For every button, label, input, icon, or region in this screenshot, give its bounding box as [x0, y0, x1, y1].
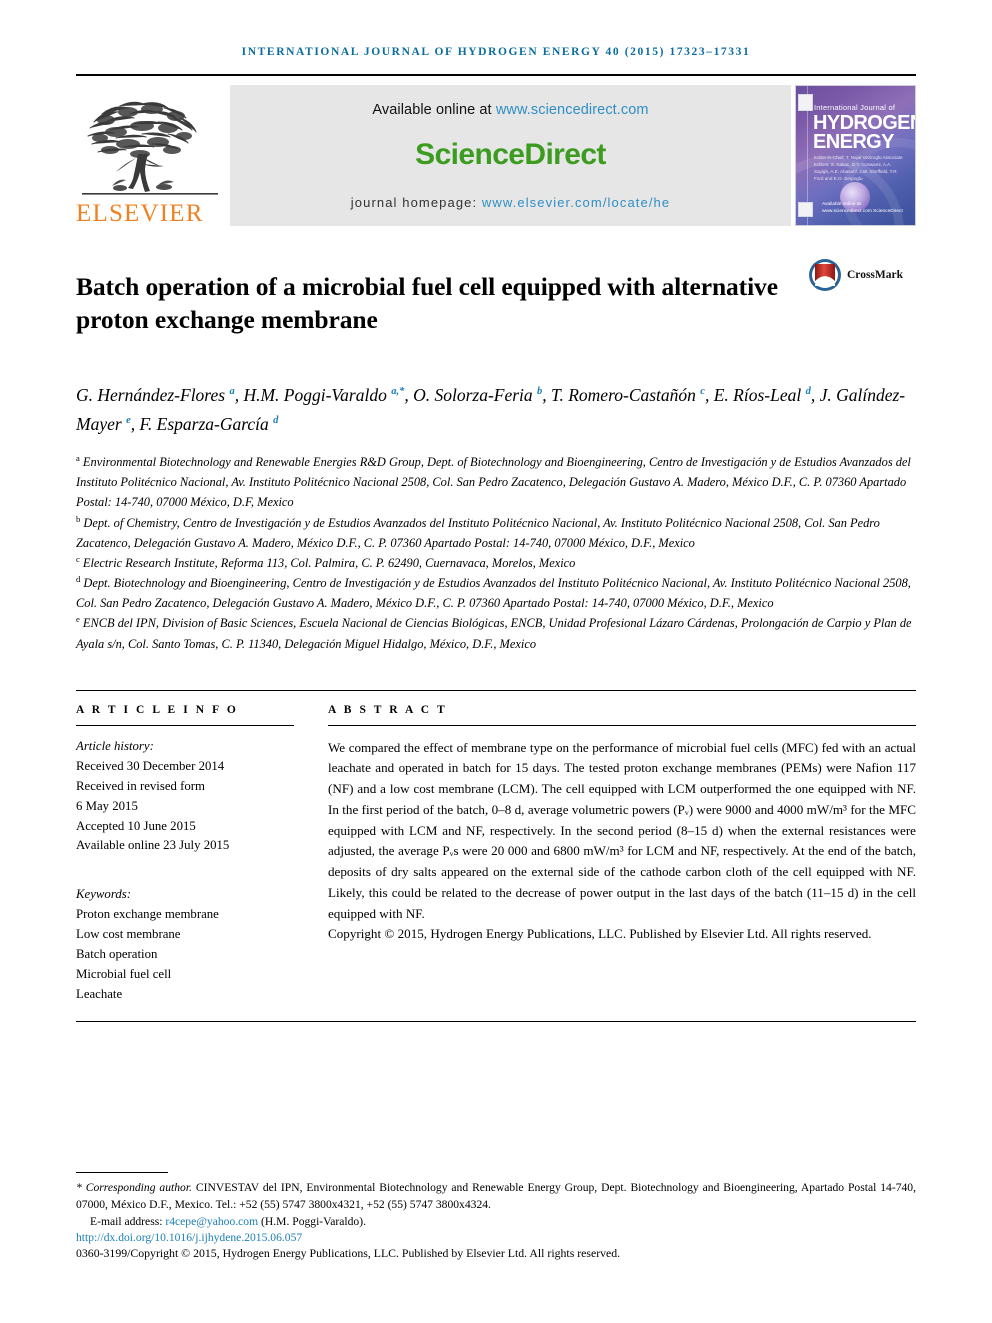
- author-affiliation-mark: d: [273, 414, 279, 426]
- journal-homepage-label: journal homepage:: [350, 195, 482, 210]
- sciencedirect-banner: Available online at www.sciencedirect.co…: [230, 85, 791, 226]
- article-history-title: Article history:: [76, 738, 154, 753]
- journal-homepage-link[interactable]: www.elsevier.com/locate/he: [482, 195, 670, 210]
- affiliation-mark: a: [76, 453, 80, 464]
- affiliation-mark: c: [76, 553, 80, 564]
- available-online-line: Available online at www.sciencedirect.co…: [372, 102, 648, 118]
- page-title: Batch operation of a microbial fuel cell…: [76, 272, 778, 335]
- author-name: G. Hernández-Flores: [76, 385, 230, 406]
- info-abstract-section: A R T I C L E I N F O Article history: R…: [76, 689, 916, 1005]
- page-footer: * Corresponding author. CINVESTAV del IP…: [76, 1171, 916, 1261]
- issn-copyright-line: 0360-3199/Copyright © 2015, Hydrogen Ene…: [76, 1246, 621, 1260]
- author-name: F. Esparza-García: [139, 413, 274, 434]
- keyword-item: Leachate: [76, 987, 123, 1002]
- article-info-column: A R T I C L E I N F O Article history: R…: [76, 691, 294, 1005]
- crossmark-label: CrossMark: [847, 269, 904, 281]
- abstract-column: A B S T R A C T We compared the effect o…: [328, 691, 916, 1005]
- article-history-item: Received in revised form: [76, 778, 205, 793]
- article-info-divider: [76, 724, 294, 726]
- affiliation-item: c Electric Research Institute, Reforma 1…: [76, 553, 576, 570]
- title-row: Batch operation of a microbial fuel cell…: [76, 253, 916, 353]
- keywords-block: Keywords: Proton exchange membrane Low co…: [76, 885, 294, 1005]
- article-first-page: INTERNATIONAL JOURNAL OF HYDROGEN ENERGY…: [0, 0, 992, 1323]
- affiliation-mark: e: [76, 614, 80, 625]
- article-history-items: Received 30 December 2014 Received in rev…: [76, 757, 294, 857]
- abstract-bottom-divider: [76, 1021, 916, 1023]
- doi-link[interactable]: http://dx.doi.org/10.1016/j.ijhydene.201…: [76, 1231, 302, 1244]
- email-label: E-mail address:: [90, 1215, 166, 1228]
- crossmark-icon: [809, 259, 841, 291]
- crossmark-badge[interactable]: CrossMark: [808, 253, 916, 292]
- ihea-logo-icon: [798, 202, 813, 217]
- ichs-logo-icon: [798, 94, 813, 111]
- author-affiliation-mark: a,*: [391, 386, 405, 398]
- abstract-copyright: Copyright © 2015, Hydrogen Energy Public…: [328, 926, 872, 942]
- author-list: G. Hernández-Flores a, H.M. Poggi-Varald…: [76, 385, 906, 434]
- article-history-item: 6 May 2015: [76, 798, 138, 813]
- elsevier-logo: ELSEVIER: [76, 85, 228, 226]
- available-online-text: Available online at: [372, 102, 496, 118]
- cover-sciencedirect-footer: Available online at www.sciencedirect.co…: [822, 201, 903, 214]
- affiliation-item: e ENCB del IPN, Division of Basic Scienc…: [76, 614, 912, 651]
- journal-homepage-line: journal homepage: www.elsevier.com/locat…: [351, 195, 670, 210]
- sciencedirect-url-link[interactable]: www.sciencedirect.com: [496, 102, 649, 118]
- article-info-heading: A R T I C L E I N F O: [76, 703, 239, 716]
- cover-journal-hydrogen: HYDROGEN: [813, 112, 916, 134]
- cover-journal-prefix: International Journal of: [814, 103, 896, 112]
- email-line: E-mail address: r4cepe@yahoo.com (H.M. P…: [76, 1215, 916, 1228]
- affiliation-item: a Environmental Biotechnology and Renewa…: [76, 453, 911, 510]
- keywords-items: Proton exchange membrane Low cost membran…: [76, 905, 294, 1005]
- corresponding-author-details: CINVESTAV del IPN, Environmental Biotech…: [76, 1180, 916, 1212]
- email-owner: (H.M. Poggi-Varaldo).: [258, 1215, 366, 1228]
- email-link[interactable]: r4cepe@yahoo.com: [165, 1215, 258, 1228]
- abstract-body: We compared the effect of membrane type …: [328, 739, 916, 921]
- author-affiliation-mark: e: [126, 414, 131, 426]
- corresponding-author-note: * Corresponding author. CINVESTAV del IP…: [76, 1179, 916, 1214]
- keywords-title: Keywords:: [76, 887, 131, 902]
- author-affiliation-mark: d: [805, 386, 811, 398]
- author-affiliation-mark: b: [537, 386, 543, 398]
- article-history-item: Received 30 December 2014: [76, 758, 225, 773]
- keyword-item: Microbial fuel cell: [76, 967, 172, 982]
- affiliation-item: b Dept. of Chemistry, Centro de Investig…: [76, 513, 880, 550]
- corresponding-author-lead: * Corresponding author.: [76, 1180, 192, 1194]
- article-history-block: Article history: Received 30 December 20…: [76, 737, 294, 857]
- author-name: O. Solorza-Feria: [413, 385, 538, 406]
- abstract-divider: [328, 724, 916, 726]
- doi-line: http://dx.doi.org/10.1016/j.ijhydene.201…: [76, 1231, 916, 1244]
- affiliation-mark: d: [76, 574, 81, 585]
- author-affiliation-mark: c: [700, 386, 705, 398]
- article-history-item: Accepted 10 June 2015: [76, 818, 196, 833]
- abstract-heading: A B S T R A C T: [328, 703, 448, 716]
- journal-masthead: ELSEVIER Available online at www.science…: [76, 74, 916, 226]
- affiliation-item: d Dept. Biotechnology and Bioengineering…: [76, 574, 911, 611]
- author-name: E. Ríos-Leal: [713, 385, 806, 406]
- affiliation-list: a Environmental Biotechnology and Renewa…: [76, 452, 916, 654]
- keyword-item: Proton exchange membrane: [76, 907, 219, 922]
- affiliation-mark: b: [76, 513, 81, 524]
- running-head: INTERNATIONAL JOURNAL OF HYDROGEN ENERGY…: [241, 46, 751, 58]
- cover-journal-energy: ENERGY: [813, 131, 894, 153]
- author-affiliation-mark: a: [229, 386, 235, 398]
- author-name: H.M. Poggi-Varaldo: [243, 385, 392, 406]
- keyword-item: Low cost membrane: [76, 927, 181, 942]
- article-history-item: Available online 23 July 2015: [76, 838, 230, 853]
- cover-editors-text: Editor-in-Chief: T. Nejat Veziroglu Asso…: [814, 155, 903, 182]
- footnote-rule: [76, 1171, 168, 1173]
- elsevier-wordmark: ELSEVIER: [76, 200, 204, 227]
- sciencedirect-wordmark: ScienceDirect: [415, 137, 606, 171]
- keyword-item: Batch operation: [76, 947, 158, 962]
- author-name: T. Romero-Castañón: [551, 385, 701, 406]
- elsevier-tree-icon: [82, 101, 218, 195]
- journal-cover-thumbnail: International Journal of HYDROGEN ENERGY…: [795, 85, 916, 226]
